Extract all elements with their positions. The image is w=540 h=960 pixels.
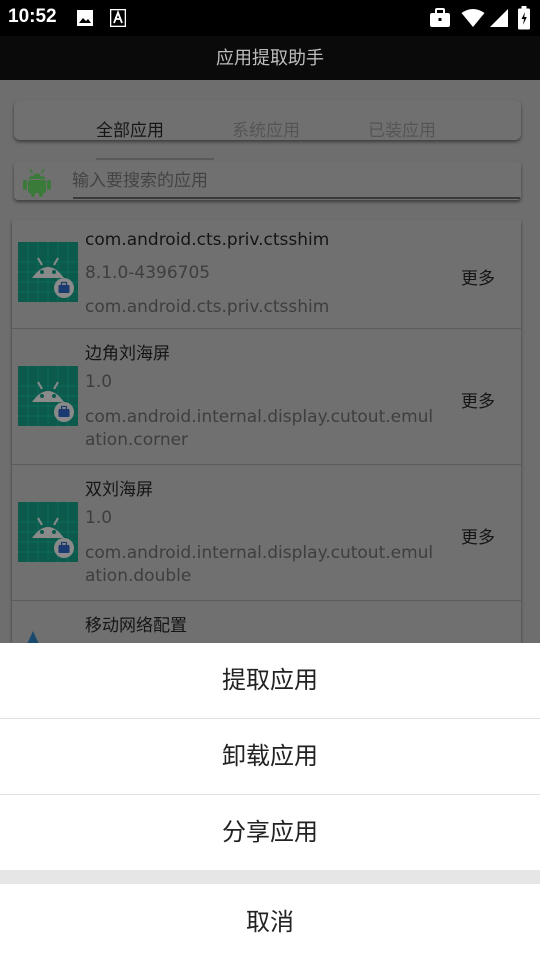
extract-app-button[interactable]: 提取应用 (0, 643, 540, 718)
action-sheet: 提取应用 卸载应用 分享应用 取消 (0, 643, 540, 960)
app-name: com.android.cts.priv.ctsshim (85, 230, 330, 250)
app-list-item[interactable]: 边角刘海屏 1.0 com.android.internal.display.c… (12, 329, 521, 465)
app-version: 1.0 (85, 372, 113, 392)
more-button[interactable]: 更多 (461, 523, 495, 548)
search-underline (73, 197, 520, 199)
tab-installed-apps[interactable]: 已装应用 (368, 116, 436, 141)
android-icon (23, 168, 51, 197)
tab-system-apps[interactable]: 系统应用 (232, 116, 300, 141)
app-list-item[interactable]: 移动网络配置 (12, 601, 521, 643)
tab-indicator (96, 158, 214, 160)
app-list-item[interactable]: 双刘海屏 1.0 com.android.internal.display.cu… (12, 465, 521, 601)
image-icon (77, 10, 93, 26)
cancel-button[interactable]: 取消 (0, 884, 540, 960)
app-list-item[interactable]: com.android.cts.priv.ctsshim 8.1.0-43967… (12, 220, 521, 329)
battery-icon (518, 6, 530, 30)
app-package: com.android.internal.display.cutout.emul… (85, 543, 434, 586)
app-list: com.android.cts.priv.ctsshim 8.1.0-43967… (12, 220, 521, 643)
search-input[interactable] (72, 168, 512, 194)
share-app-button[interactable]: 分享应用 (0, 795, 540, 870)
sheet-separator (0, 870, 540, 884)
status-time: 10:52 (8, 6, 57, 27)
briefcase-icon (430, 8, 450, 27)
tab-all-apps[interactable]: 全部应用 (96, 116, 164, 141)
cell-signal-icon (490, 9, 508, 27)
app-name: 边角刘海屏 (85, 344, 170, 364)
more-button[interactable]: 更多 (461, 387, 495, 412)
more-button[interactable]: 更多 (461, 264, 495, 289)
uninstall-app-button[interactable]: 卸载应用 (0, 719, 540, 794)
main-content: 全部应用 系统应用 已装应用 输入要搜索的应用 com.android.cts.… (0, 80, 540, 643)
wifi-icon (461, 9, 485, 27)
app-android-icon (18, 242, 78, 302)
tab-bar: 全部应用 系统应用 已装应用 (14, 100, 521, 160)
app-bar: 应用提取助手 (0, 36, 540, 80)
app-android-icon (18, 502, 78, 562)
app-package: com.android.cts.priv.ctsshim (85, 297, 330, 317)
app-name: 移动网络配置 (85, 616, 187, 636)
search-bar (14, 162, 521, 200)
app-name: 双刘海屏 (85, 480, 153, 500)
font-a-icon (110, 9, 126, 27)
network-settings-icon (27, 631, 39, 643)
app-package: com.android.internal.display.cutout.emul… (85, 407, 434, 450)
app-version: 1.0 (85, 508, 113, 528)
app-android-icon (18, 366, 78, 426)
app-version: 8.1.0-4396705 (85, 263, 211, 283)
